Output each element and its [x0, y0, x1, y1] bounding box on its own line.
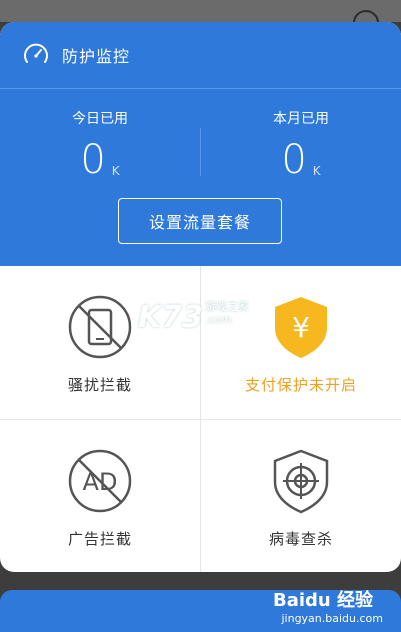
page-title: 防护监控	[62, 47, 131, 66]
month-usage: 本月已用 0 K	[201, 108, 401, 182]
gauge-icon	[24, 43, 48, 63]
title-row: 防护监控	[22, 40, 130, 70]
yuan-symbol: ¥	[292, 311, 310, 344]
today-usage-label: 今日已用	[72, 111, 128, 127]
baidu-watermark-url: jingyan.baidu.com	[281, 612, 383, 625]
no-phone-icon	[68, 295, 132, 359]
feature-virus-scan[interactable]: 病毒查杀	[201, 420, 401, 572]
header-divider	[0, 88, 401, 89]
feature-harassment-block[interactable]: 骚扰拦截	[0, 266, 200, 419]
set-data-plan-button[interactable]: 设置流量套餐	[118, 198, 282, 244]
virus-scan-icon	[273, 449, 329, 514]
feature-label: 支付保护未开启	[244, 376, 357, 394]
month-usage-unit: K	[312, 164, 321, 178]
no-ad-icon: AD	[68, 449, 132, 513]
month-usage-label: 本月已用	[273, 111, 329, 127]
today-usage-value: 0	[80, 137, 106, 183]
today-usage-unit: K	[111, 164, 120, 178]
feature-payment-protection[interactable]: ¥ 支付保护未开启	[201, 266, 401, 419]
protection-monitor-card: 防护监控 今日已用 0 K 本月已用 0 K 设置流量套餐 骚扰拦截 ¥ 支付保…	[0, 22, 401, 572]
today-usage: 今日已用 0 K	[0, 108, 200, 182]
feature-ad-block[interactable]: AD 广告拦截	[0, 420, 200, 572]
k73-watermark-sub: 游戏之家 .com	[205, 300, 249, 326]
monitor-header: 防护监控 今日已用 0 K 本月已用 0 K 设置流量套餐	[0, 22, 401, 266]
background-app-strip	[0, 0, 401, 36]
grid-horizontal-divider	[0, 419, 401, 420]
yuan-shield-icon: ¥	[275, 297, 327, 358]
feature-label: 骚扰拦截	[67, 376, 132, 394]
stats-divider	[200, 128, 201, 176]
k73-watermark: K73	[138, 300, 203, 335]
baidu-watermark: Baidu 经验	[272, 590, 373, 611]
feature-label: 病毒查杀	[268, 530, 333, 548]
month-usage-value: 0	[281, 137, 307, 183]
feature-label: 广告拦截	[67, 530, 132, 548]
